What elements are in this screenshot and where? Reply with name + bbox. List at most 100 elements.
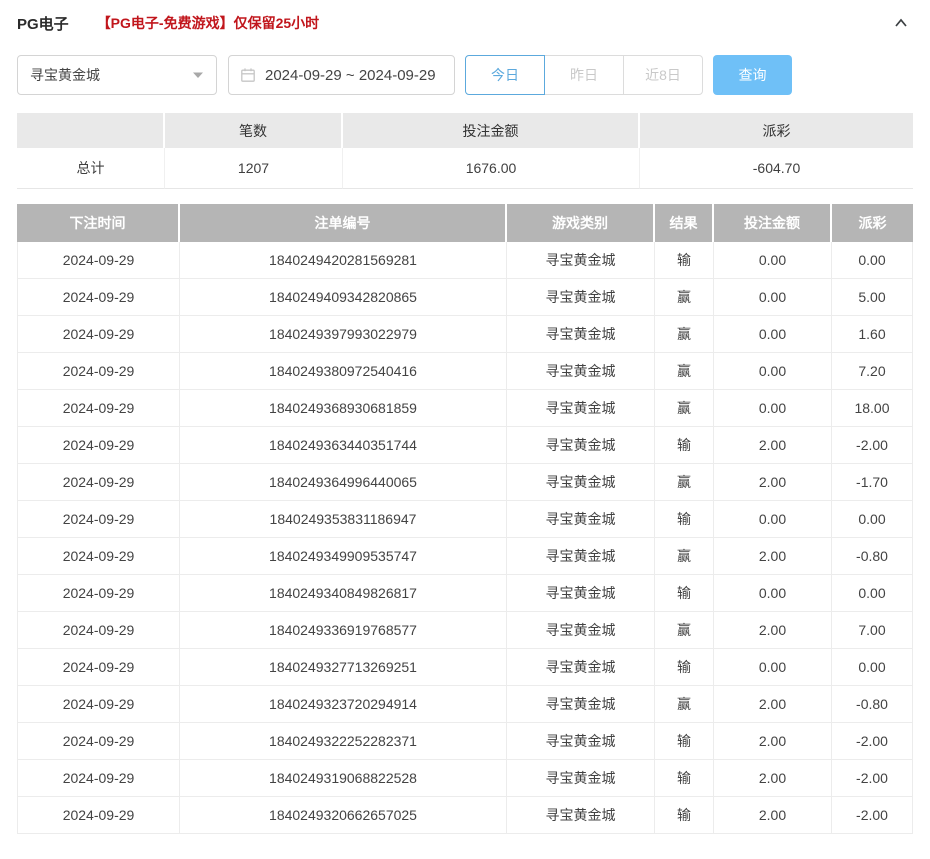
table-row: 2024-09-29 1840249320662657025 寻宝黄金城 输 2… xyxy=(17,797,913,834)
panel-title: PG电子 xyxy=(17,15,69,33)
table-row: 2024-09-29 1840249353831186947 寻宝黄金城 输 0… xyxy=(17,501,913,538)
cell-bet-id: 1840249368930681859 xyxy=(180,390,507,427)
cell-payout: -2.00 xyxy=(832,760,913,797)
cell-game-type: 寻宝黄金城 xyxy=(507,686,655,723)
panel-header: PG电子 【PG电子-免费游戏】仅保留25小时 xyxy=(17,0,913,46)
cell-bet-time: 2024-09-29 xyxy=(17,723,180,760)
cell-game-type: 寻宝黄金城 xyxy=(507,464,655,501)
cell-bet-time: 2024-09-29 xyxy=(17,242,180,279)
cell-bet-id: 1840249363440351744 xyxy=(180,427,507,464)
cell-bet-id: 1840249336919768577 xyxy=(180,612,507,649)
cell-bet-time: 2024-09-29 xyxy=(17,501,180,538)
cell-payout: 18.00 xyxy=(832,390,913,427)
collapse-button[interactable] xyxy=(889,11,913,35)
cell-result: 输 xyxy=(655,242,714,279)
cell-payout: 0.00 xyxy=(832,501,913,538)
calendar-icon xyxy=(240,67,256,83)
cell-game-type: 寻宝黄金城 xyxy=(507,575,655,612)
table-row: 2024-09-29 1840249336919768577 寻宝黄金城 赢 2… xyxy=(17,612,913,649)
cell-bet-id: 1840249340849826817 xyxy=(180,575,507,612)
cell-game-type: 寻宝黄金城 xyxy=(507,797,655,834)
cell-result: 输 xyxy=(655,723,714,760)
cell-bet-amount: 0.00 xyxy=(714,242,832,279)
records-table: 下注时间 注单编号 游戏类别 结果 投注金额 派彩 2024-09-29 184… xyxy=(17,204,913,834)
col-header-bet-time: 下注时间 xyxy=(17,204,180,242)
cell-bet-time: 2024-09-29 xyxy=(17,760,180,797)
records-tbody: 2024-09-29 1840249420281569281 寻宝黄金城 输 0… xyxy=(17,242,913,834)
col-header-game-type: 游戏类别 xyxy=(507,204,655,242)
cell-bet-amount: 2.00 xyxy=(714,797,832,834)
cell-game-type: 寻宝黄金城 xyxy=(507,242,655,279)
cell-game-type: 寻宝黄金城 xyxy=(507,316,655,353)
cell-bet-time: 2024-09-29 xyxy=(17,575,180,612)
cell-bet-id: 1840249380972540416 xyxy=(180,353,507,390)
cell-bet-id: 1840249349909535747 xyxy=(180,538,507,575)
cell-game-type: 寻宝黄金城 xyxy=(507,723,655,760)
cell-payout: 1.60 xyxy=(832,316,913,353)
cell-bet-time: 2024-09-29 xyxy=(17,649,180,686)
quick-range-last8days-button[interactable]: 近8日 xyxy=(623,55,703,95)
summary-payout-value: -604.70 xyxy=(640,148,913,189)
chevron-down-icon xyxy=(192,71,204,79)
cell-result: 输 xyxy=(655,649,714,686)
cell-bet-amount: 0.00 xyxy=(714,316,832,353)
cell-payout: 0.00 xyxy=(832,649,913,686)
cell-bet-amount: 2.00 xyxy=(714,612,832,649)
cell-bet-time: 2024-09-29 xyxy=(17,390,180,427)
table-row: 2024-09-29 1840249340849826817 寻宝黄金城 输 0… xyxy=(17,575,913,612)
cell-result: 赢 xyxy=(655,612,714,649)
table-row: 2024-09-29 1840249319068822528 寻宝黄金城 输 2… xyxy=(17,760,913,797)
cell-bet-time: 2024-09-29 xyxy=(17,797,180,834)
cell-bet-id: 1840249397993022979 xyxy=(180,316,507,353)
cell-bet-amount: 0.00 xyxy=(714,353,832,390)
cell-result: 赢 xyxy=(655,464,714,501)
cell-bet-id: 1840249353831186947 xyxy=(180,501,507,538)
cell-result: 赢 xyxy=(655,538,714,575)
cell-payout: 5.00 xyxy=(832,279,913,316)
summary-bet-count-value: 1207 xyxy=(165,148,343,189)
cell-result: 输 xyxy=(655,427,714,464)
cell-result: 输 xyxy=(655,501,714,538)
date-range-input[interactable]: 2024-09-29 ~ 2024-09-29 xyxy=(228,55,455,95)
cell-payout: -0.80 xyxy=(832,538,913,575)
cell-bet-amount: 0.00 xyxy=(714,390,832,427)
table-row: 2024-09-29 1840249380972540416 寻宝黄金城 赢 0… xyxy=(17,353,913,390)
table-row: 2024-09-29 1840249420281569281 寻宝黄金城 输 0… xyxy=(17,242,913,279)
quick-range-group: 今日 昨日 近8日 xyxy=(465,55,703,95)
cell-bet-time: 2024-09-29 xyxy=(17,279,180,316)
game-select[interactable]: 寻宝黄金城 xyxy=(17,55,217,95)
summary-col-empty xyxy=(17,113,165,148)
cell-payout: 0.00 xyxy=(832,575,913,612)
date-range-value: 2024-09-29 ~ 2024-09-29 xyxy=(265,66,436,84)
cell-bet-amount: 2.00 xyxy=(714,686,832,723)
table-row: 2024-09-29 1840249349909535747 寻宝黄金城 赢 2… xyxy=(17,538,913,575)
summary-header-row: 笔数 投注金额 派彩 xyxy=(17,113,913,148)
quick-range-today-button[interactable]: 今日 xyxy=(465,55,545,95)
cell-game-type: 寻宝黄金城 xyxy=(507,353,655,390)
cell-result: 赢 xyxy=(655,279,714,316)
quick-range-yesterday-button[interactable]: 昨日 xyxy=(544,55,624,95)
cell-bet-amount: 2.00 xyxy=(714,427,832,464)
summary-total-row: 总计 1207 1676.00 -604.70 xyxy=(17,148,913,189)
cell-bet-id: 1840249364996440065 xyxy=(180,464,507,501)
cell-bet-time: 2024-09-29 xyxy=(17,538,180,575)
cell-payout: -0.80 xyxy=(832,686,913,723)
cell-payout: -2.00 xyxy=(832,723,913,760)
records-header-row: 下注时间 注单编号 游戏类别 结果 投注金额 派彩 xyxy=(17,204,913,242)
cell-bet-id: 1840249320662657025 xyxy=(180,797,507,834)
summary-table: 笔数 投注金额 派彩 总计 1207 1676.00 -604.70 xyxy=(17,113,913,189)
cell-payout: -2.00 xyxy=(832,427,913,464)
cell-game-type: 寻宝黄金城 xyxy=(507,279,655,316)
col-header-result: 结果 xyxy=(655,204,714,242)
search-button[interactable]: 查询 xyxy=(713,55,792,95)
summary-col-payout: 派彩 xyxy=(640,113,913,148)
cell-bet-amount: 0.00 xyxy=(714,649,832,686)
cell-payout: 0.00 xyxy=(832,242,913,279)
table-row: 2024-09-29 1840249368930681859 寻宝黄金城 赢 0… xyxy=(17,390,913,427)
col-header-bet-id: 注单编号 xyxy=(180,204,507,242)
cell-bet-amount: 0.00 xyxy=(714,575,832,612)
cell-bet-id: 1840249323720294914 xyxy=(180,686,507,723)
cell-bet-id: 1840249327713269251 xyxy=(180,649,507,686)
cell-bet-time: 2024-09-29 xyxy=(17,316,180,353)
table-row: 2024-09-29 1840249322252282371 寻宝黄金城 输 2… xyxy=(17,723,913,760)
